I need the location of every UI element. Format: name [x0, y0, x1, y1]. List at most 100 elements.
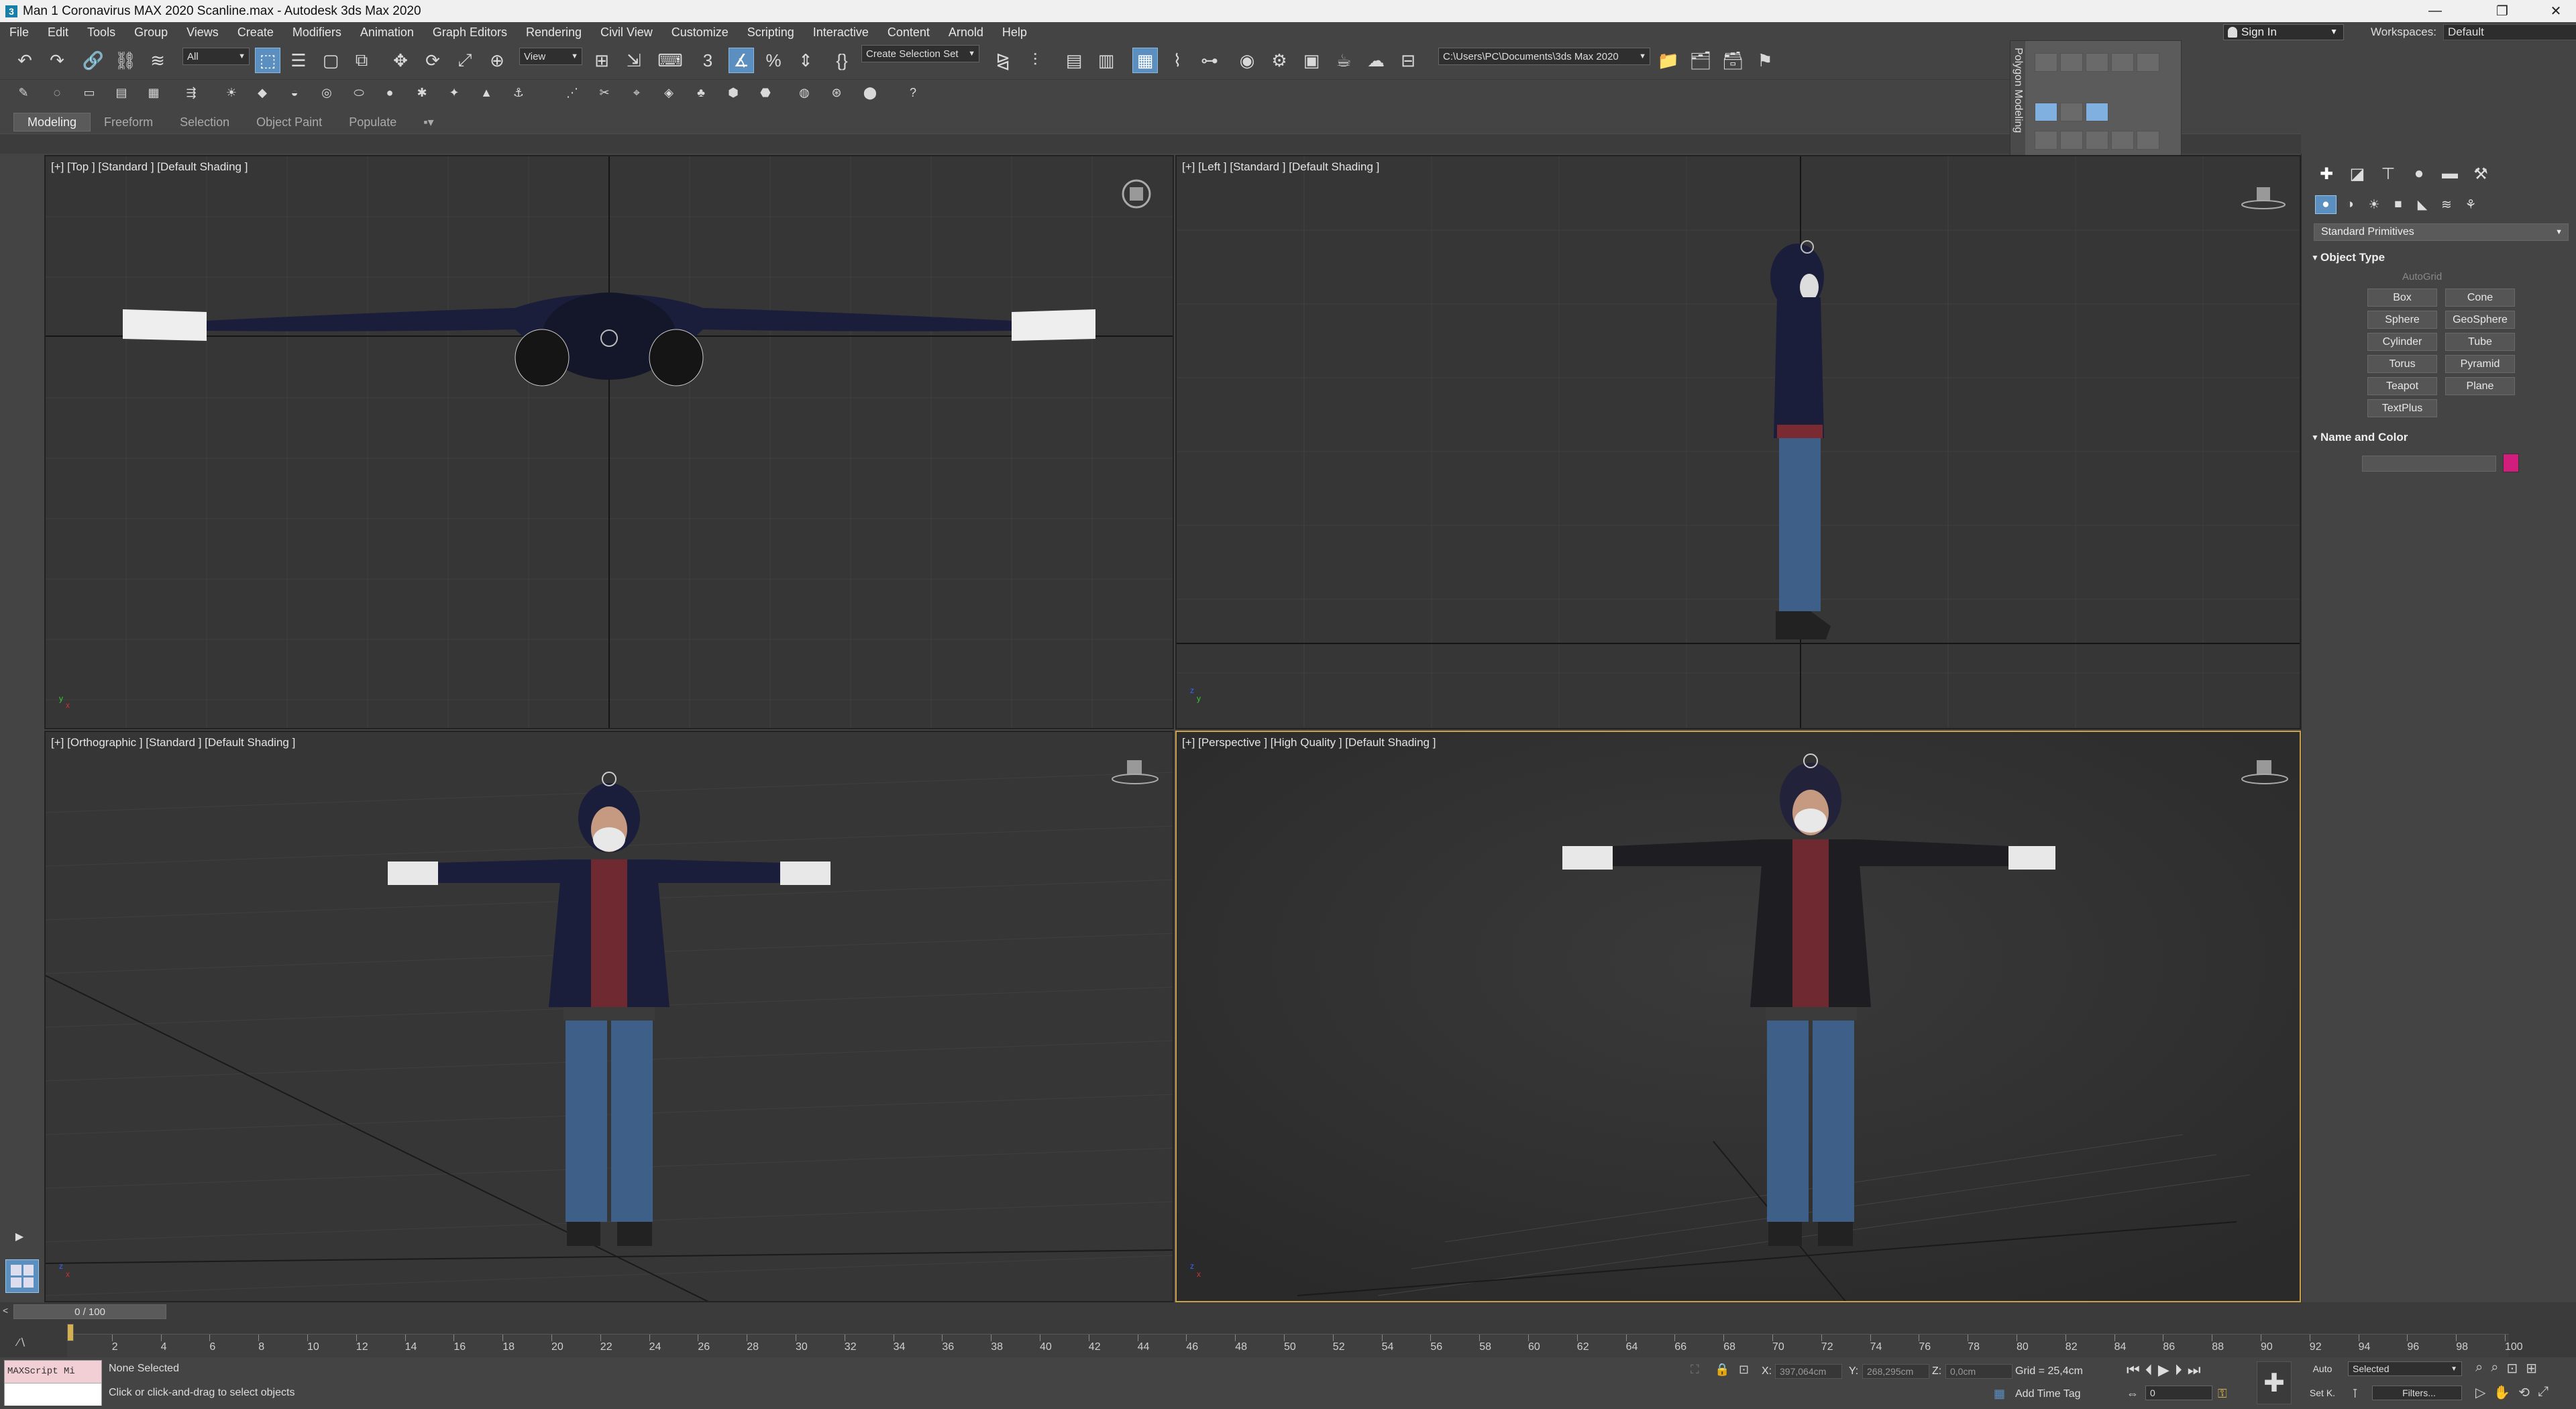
helpers-icon[interactable]: ◣	[2412, 195, 2433, 214]
render-gallery-icon[interactable]: ⊟	[1395, 48, 1421, 73]
pm-button-12[interactable]	[2111, 131, 2134, 150]
modify-tab-icon[interactable]: ◪	[2346, 163, 2369, 185]
toolbar-button-8[interactable]: ◆	[252, 83, 272, 103]
toolbar-button-9[interactable]: ◒	[284, 83, 305, 103]
toolbar-button-20[interactable]: ◈	[659, 83, 679, 103]
toolbar-button-22[interactable]: ⬢	[723, 83, 743, 103]
toolbar-button-11[interactable]: ⬭	[349, 83, 369, 103]
help-icon[interactable]: ?	[903, 83, 923, 103]
select-manipulate-icon[interactable]: ⇲	[621, 48, 647, 73]
absolute-mode-icon[interactable]: ⊡	[1739, 1363, 1749, 1377]
rotate-icon[interactable]: ⟳	[420, 48, 445, 73]
viewport-top[interactable]: [+] [Top ] [Standard ] [Default Shading …	[44, 155, 1174, 729]
zoom-all-icon[interactable]: ⌕	[2491, 1360, 2498, 1377]
create-tab-icon[interactable]: ✚	[2315, 163, 2338, 185]
key-filters-icon[interactable]: ⊺	[2352, 1387, 2358, 1401]
workspaces-dropdown[interactable]: Default	[2443, 24, 2576, 40]
toolbar-button-3[interactable]: ▭	[79, 83, 99, 103]
ribbon-options-icon[interactable]: ▪▾	[410, 113, 447, 132]
key-mode-icon[interactable]: ⚿	[2218, 1387, 2227, 1401]
pm-button-11[interactable]	[2086, 131, 2108, 150]
y-coordinate-field[interactable]: 268,295cm	[1862, 1364, 1929, 1379]
plane-button[interactable]: Plane	[2445, 377, 2515, 395]
textplus-button[interactable]: TextPlus	[2367, 399, 2437, 417]
toolbar-button-25[interactable]: ⊛	[826, 83, 847, 103]
spinner-snap-icon[interactable]: ⇕	[793, 48, 818, 73]
menu-graph-editors[interactable]: Graph Editors	[423, 25, 517, 40]
mirror-icon[interactable]: ⧎	[990, 48, 1016, 73]
toolbar-button-14[interactable]: ✦	[444, 83, 464, 103]
unlink-icon[interactable]: ⛓	[113, 48, 138, 73]
percent-snap-icon[interactable]: %	[761, 48, 786, 73]
create-selection-set-dropdown[interactable]: Create Selection Set ▼	[861, 45, 979, 62]
expand-arrow-icon[interactable]: ▶	[12, 1229, 27, 1244]
pm-button-9[interactable]	[2035, 131, 2057, 150]
time-config-icon[interactable]: ⇔	[2127, 1387, 2139, 1401]
select-by-name-icon[interactable]: ☰	[286, 48, 311, 73]
layer-explorer-icon[interactable]: ▥	[1093, 48, 1119, 73]
align-icon[interactable]: ⫶	[1022, 48, 1048, 73]
toolbar-button-18[interactable]: ✂	[594, 83, 614, 103]
viewport-left[interactable]: [+] [Left ] [Standard ] [Default Shading…	[1175, 155, 2301, 729]
filters-button[interactable]: Filters...	[2372, 1386, 2462, 1400]
toolbar-button-2[interactable]: ◌	[47, 83, 67, 103]
ribbon-tab-populate[interactable]: Populate	[335, 113, 410, 132]
shapes-icon[interactable]: ◑	[2339, 195, 2361, 214]
motion-tab-icon[interactable]: ●	[2408, 163, 2430, 185]
maximize-button[interactable]: ❐	[2482, 0, 2522, 22]
zoom-extents-all-icon[interactable]: ⊞	[2526, 1360, 2537, 1377]
toolbar-button-12[interactable]: ●	[380, 83, 400, 103]
toolbar-button-19[interactable]: ⌖	[627, 83, 647, 103]
play-icon[interactable]: ▶	[2158, 1361, 2169, 1379]
link-icon[interactable]: 🔗	[80, 48, 106, 73]
toolbar-button-15[interactable]: ▲	[476, 83, 496, 103]
reference-coordinate-dropdown[interactable]: View ▼	[519, 48, 582, 65]
menu-customize[interactable]: Customize	[662, 25, 738, 40]
object-type-rollout[interactable]: ▼ Object Type	[2311, 249, 2569, 266]
hierarchy-tab-icon[interactable]: ⊤	[2377, 163, 2400, 185]
torus-button[interactable]: Torus	[2367, 355, 2437, 373]
viewport-perspective[interactable]: [+] [Perspective ] [High Quality ] [Defa…	[1175, 731, 2301, 1302]
viewport-orthographic[interactable]: [+] [Orthographic ] [Standard ] [Default…	[44, 731, 1174, 1302]
menu-help[interactable]: Help	[993, 25, 1036, 40]
maxscript-listener[interactable]: MAXScript Mi	[4, 1360, 102, 1406]
previous-frame-icon[interactable]: ⏴	[2145, 1361, 2153, 1379]
redo-icon[interactable]: ↷	[44, 48, 70, 73]
edit-named-selection-icon[interactable]: {}	[829, 48, 855, 73]
pm-button-4[interactable]	[2111, 53, 2134, 72]
zoom-icon[interactable]: ⌕	[2475, 1360, 2483, 1377]
scale-icon[interactable]: ⤢	[452, 48, 478, 73]
menu-arnold[interactable]: Arnold	[939, 25, 993, 40]
placement-icon[interactable]: ⊕	[484, 48, 510, 73]
menu-group[interactable]: Group	[125, 25, 177, 40]
ribbon-tab-modeling[interactable]: Modeling	[13, 113, 91, 132]
menu-file[interactable]: File	[0, 25, 38, 40]
set-key-icon[interactable]: ✚	[2257, 1361, 2292, 1404]
menu-civil-view[interactable]: Civil View	[591, 25, 662, 40]
teapot-button[interactable]: Teapot	[2367, 377, 2437, 395]
viewport-label[interactable]: [+] [Left ] [Standard ] [Default Shading…	[1182, 160, 1379, 174]
viewport-layouts-icon[interactable]	[5, 1259, 39, 1293]
sign-in-dropdown[interactable]: Sign In ▼	[2223, 24, 2344, 40]
toolbar-button-13[interactable]: ✱	[412, 83, 432, 103]
menu-edit[interactable]: Edit	[38, 25, 78, 40]
curve-editor-icon[interactable]: ⌇	[1165, 48, 1190, 73]
menu-content[interactable]: Content	[878, 25, 939, 40]
snaps-toggle-icon[interactable]: 3	[695, 48, 720, 73]
zoom-extents-icon[interactable]: ⊡	[2506, 1360, 2518, 1377]
autogrid-checkbox[interactable]: AutoGrid	[2402, 271, 2442, 282]
menu-interactive[interactable]: Interactive	[804, 25, 878, 40]
menu-rendering[interactable]: Rendering	[517, 25, 591, 40]
viewport-label[interactable]: [+] [Perspective ] [High Quality ] [Defa…	[1182, 736, 1436, 749]
object-name-input[interactable]	[2362, 456, 2496, 472]
menu-create[interactable]: Create	[228, 25, 283, 40]
cylinder-button[interactable]: Cylinder	[2367, 333, 2437, 351]
space-warps-icon[interactable]: ≋	[2436, 195, 2457, 214]
geometry-icon[interactable]: ●	[2315, 195, 2337, 214]
viewport-label[interactable]: [+] [Top ] [Standard ] [Default Shading …	[51, 160, 248, 174]
time-slider[interactable]: 0 / 100	[13, 1304, 166, 1319]
toggle-ribbon-icon[interactable]: ▦	[1132, 48, 1158, 73]
lights-icon[interactable]: ☀	[2363, 195, 2385, 214]
close-button[interactable]: ✕	[2536, 0, 2576, 22]
toolbar-button-23[interactable]: ⬣	[755, 83, 775, 103]
